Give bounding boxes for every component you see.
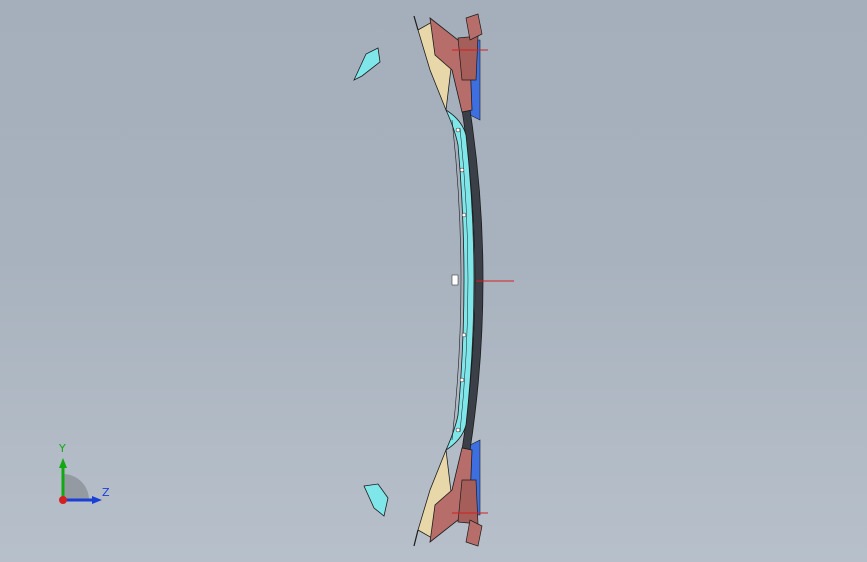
graphics-viewport[interactable]: Y Z bbox=[0, 0, 867, 562]
cad-model[interactable] bbox=[0, 0, 867, 562]
coordinate-triad: Y Z bbox=[48, 440, 118, 510]
top-frame-line bbox=[413, 15, 419, 31]
z-axis-label: Z bbox=[102, 486, 110, 499]
top-bracket-assembly[interactable] bbox=[413, 13, 483, 113]
small-cyan-part-bottom[interactable] bbox=[363, 483, 389, 517]
top-brown-tip bbox=[465, 13, 483, 41]
y-axis-label: Y bbox=[59, 442, 66, 455]
bottom-bracket-assembly[interactable] bbox=[413, 447, 483, 547]
bottom-brown-tip bbox=[465, 519, 483, 547]
bottom-frame-line bbox=[413, 529, 419, 547]
small-cyan-part-top[interactable] bbox=[353, 47, 381, 81]
